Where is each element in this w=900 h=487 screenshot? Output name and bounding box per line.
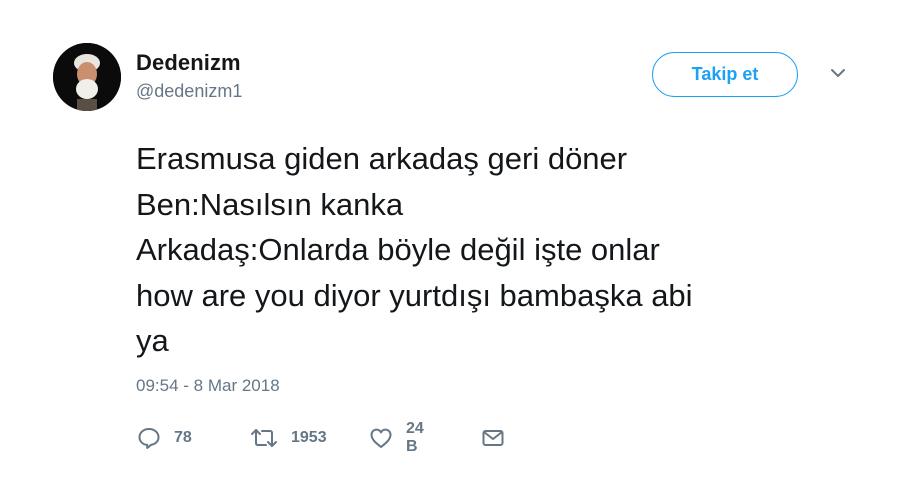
tweet-text: Erasmusa giden arkadaş geri döner Ben:Na…	[136, 136, 866, 364]
heart-icon	[368, 425, 394, 451]
tweet-timestamp[interactable]: 09:54 - 8 Mar 2018	[136, 376, 280, 396]
like-count: 24 B	[406, 420, 424, 455]
avatar[interactable]	[53, 43, 121, 111]
chevron-down-icon[interactable]	[828, 66, 848, 80]
author-handle[interactable]: @dedenizm1	[136, 81, 242, 102]
retweet-button[interactable]: 1953	[249, 424, 327, 452]
tweet-card: Dedenizm @dedenizm1 Takip et Erasmusa gi…	[0, 0, 900, 487]
direct-message-button[interactable]	[481, 424, 505, 452]
author-display-name[interactable]: Dedenizm	[136, 50, 241, 76]
envelope-icon	[481, 425, 505, 451]
retweet-count: 1953	[291, 429, 327, 446]
reply-icon	[136, 425, 162, 451]
like-button[interactable]: 24 B	[368, 420, 424, 455]
reply-count: 78	[174, 429, 192, 446]
follow-button[interactable]: Takip et	[652, 52, 798, 97]
tweet-text-line: Arkadaş:Onlarda böyle değil işte onlar	[136, 232, 660, 267]
tweet-text-line: ya	[136, 323, 169, 358]
retweet-icon	[249, 425, 279, 451]
tweet-text-line: Ben:Nasılsın kanka	[136, 186, 404, 222]
tweet-text-line: Erasmusa giden arkadaş geri döner	[136, 141, 628, 176]
reply-button[interactable]: 78	[136, 424, 192, 452]
tweet-text-line: how are you diyor yurtdışı bambaşka abi	[136, 277, 693, 313]
